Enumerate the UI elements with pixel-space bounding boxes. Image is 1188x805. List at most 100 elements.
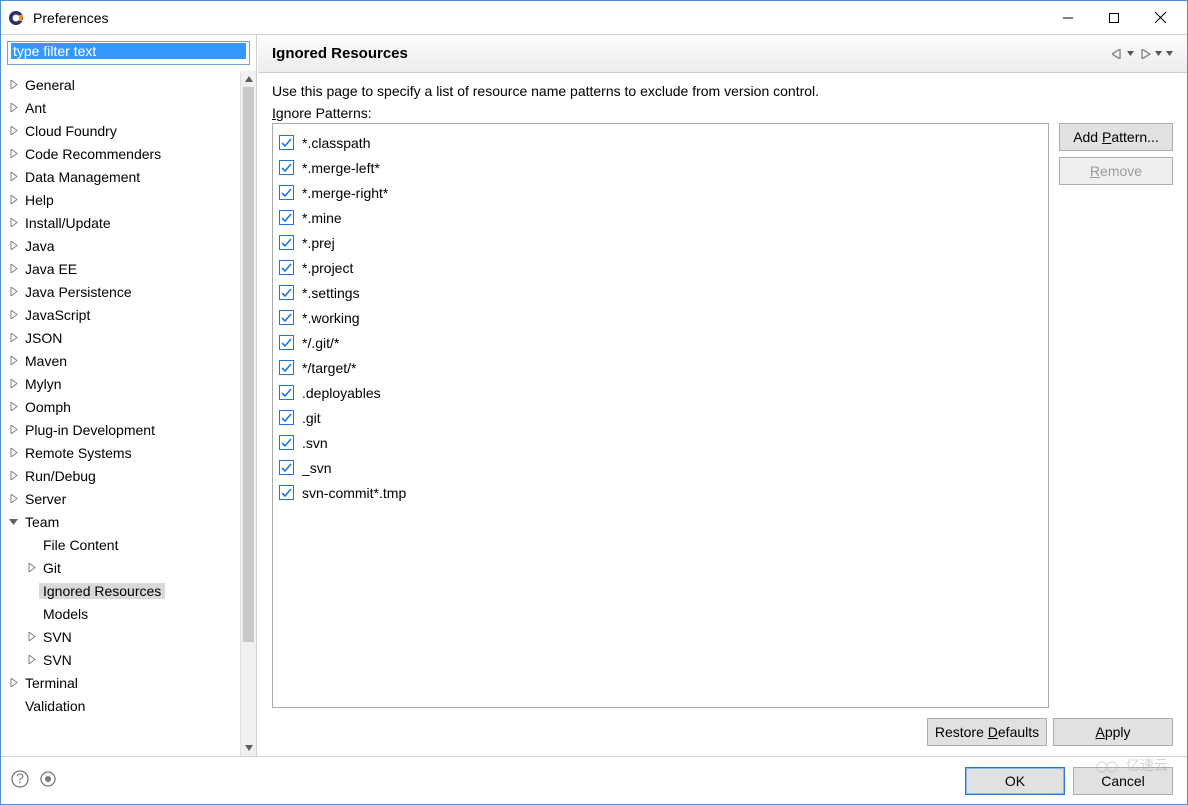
cancel-button[interactable]: Cancel — [1073, 767, 1173, 795]
chevron-right-icon[interactable] — [5, 195, 21, 204]
pattern-item[interactable]: .svn — [279, 430, 1042, 455]
tree-item-code-recommenders[interactable]: Code Recommenders — [1, 142, 240, 165]
chevron-right-icon[interactable] — [5, 379, 21, 388]
tree-item-java[interactable]: Java — [1, 234, 240, 257]
checkbox[interactable] — [279, 135, 294, 150]
chevron-right-icon[interactable] — [5, 149, 21, 158]
pattern-item[interactable]: *.prej — [279, 230, 1042, 255]
chevron-right-icon[interactable] — [5, 678, 21, 687]
remove-button[interactable]: Remove — [1059, 157, 1173, 185]
chevron-right-icon[interactable] — [23, 563, 39, 572]
pattern-item[interactable]: *.settings — [279, 280, 1042, 305]
category-tree[interactable]: GeneralAntCloud FoundryCode Recommenders… — [1, 71, 240, 756]
chevron-right-icon[interactable] — [5, 494, 21, 503]
filter-input[interactable] — [11, 43, 246, 59]
tree-item-terminal[interactable]: Terminal — [1, 671, 240, 694]
chevron-right-icon[interactable] — [5, 103, 21, 112]
pattern-item[interactable]: _svn — [279, 455, 1042, 480]
checkbox[interactable] — [279, 335, 294, 350]
checkbox[interactable] — [279, 310, 294, 325]
pattern-item[interactable]: svn-commit*.tmp — [279, 480, 1042, 505]
add-pattern-button[interactable]: Add Pattern... — [1059, 123, 1173, 151]
chevron-right-icon[interactable] — [5, 471, 21, 480]
tree-item-mylyn[interactable]: Mylyn — [1, 372, 240, 395]
checkbox[interactable] — [279, 260, 294, 275]
checkbox[interactable] — [279, 385, 294, 400]
chevron-down-icon[interactable] — [5, 517, 21, 526]
tree-item-help[interactable]: Help — [1, 188, 240, 211]
ignore-patterns-list[interactable]: *.classpath*.merge-left**.merge-right**.… — [272, 123, 1049, 708]
pattern-item[interactable]: */.git/* — [279, 330, 1042, 355]
tree-item-svn[interactable]: SVN — [1, 625, 240, 648]
tree-item-server[interactable]: Server — [1, 487, 240, 510]
chevron-right-icon[interactable] — [5, 287, 21, 296]
help-icon[interactable]: ? — [11, 770, 29, 791]
tree-item-java-persistence[interactable]: Java Persistence — [1, 280, 240, 303]
apply-button[interactable]: Apply — [1053, 718, 1173, 746]
tree-item-general[interactable]: General — [1, 73, 240, 96]
chevron-right-icon[interactable] — [5, 356, 21, 365]
tree-item-svn[interactable]: SVN — [1, 648, 240, 671]
pattern-item[interactable]: .deployables — [279, 380, 1042, 405]
tree-item-maven[interactable]: Maven — [1, 349, 240, 372]
ok-button[interactable]: OK — [965, 767, 1065, 795]
chevron-right-icon[interactable] — [5, 448, 21, 457]
chevron-right-icon[interactable] — [5, 80, 21, 89]
checkbox[interactable] — [279, 210, 294, 225]
tree-item-install-update[interactable]: Install/Update — [1, 211, 240, 234]
pattern-item[interactable]: *.merge-right* — [279, 180, 1042, 205]
checkbox[interactable] — [279, 160, 294, 175]
checkbox[interactable] — [279, 235, 294, 250]
pattern-item[interactable]: *.project — [279, 255, 1042, 280]
restore-defaults-button[interactable]: Restore Defaults — [927, 718, 1047, 746]
menu-dropdown-icon[interactable] — [1166, 51, 1173, 56]
tree-item-oomph[interactable]: Oomph — [1, 395, 240, 418]
tree-item-remote-systems[interactable]: Remote Systems — [1, 441, 240, 464]
chevron-right-icon[interactable] — [5, 218, 21, 227]
chevron-right-icon[interactable] — [23, 655, 39, 664]
scroll-track[interactable] — [241, 87, 256, 740]
nav-forward-button[interactable] — [1138, 47, 1164, 61]
tree-item-javascript[interactable]: JavaScript — [1, 303, 240, 326]
chevron-right-icon[interactable] — [5, 264, 21, 273]
nav-back-button[interactable] — [1110, 47, 1136, 61]
scroll-up-icon[interactable] — [241, 71, 256, 87]
chevron-right-icon[interactable] — [5, 333, 21, 342]
chevron-right-icon[interactable] — [5, 402, 21, 411]
checkbox[interactable] — [279, 435, 294, 450]
tree-item-ignored-resources[interactable]: Ignored Resources — [1, 579, 240, 602]
tree-item-models[interactable]: Models — [1, 602, 240, 625]
chevron-right-icon[interactable] — [5, 310, 21, 319]
chevron-right-icon[interactable] — [5, 172, 21, 181]
checkbox[interactable] — [279, 285, 294, 300]
chevron-right-icon[interactable] — [5, 126, 21, 135]
scroll-thumb[interactable] — [243, 87, 254, 642]
tree-item-cloud-foundry[interactable]: Cloud Foundry — [1, 119, 240, 142]
minimize-button[interactable] — [1045, 2, 1091, 34]
tree-item-team[interactable]: Team — [1, 510, 240, 533]
pattern-item[interactable]: *.mine — [279, 205, 1042, 230]
tree-item-ant[interactable]: Ant — [1, 96, 240, 119]
checkbox[interactable] — [279, 485, 294, 500]
maximize-button[interactable] — [1091, 2, 1137, 34]
close-button[interactable] — [1137, 2, 1183, 34]
checkbox[interactable] — [279, 460, 294, 475]
pattern-item[interactable]: *.working — [279, 305, 1042, 330]
pattern-item[interactable]: */target/* — [279, 355, 1042, 380]
tree-item-data-management[interactable]: Data Management — [1, 165, 240, 188]
chevron-right-icon[interactable] — [5, 241, 21, 250]
tree-item-java-ee[interactable]: Java EE — [1, 257, 240, 280]
pattern-item[interactable]: .git — [279, 405, 1042, 430]
tree-item-git[interactable]: Git — [1, 556, 240, 579]
tree-item-plug-in-development[interactable]: Plug-in Development — [1, 418, 240, 441]
checkbox[interactable] — [279, 410, 294, 425]
chevron-right-icon[interactable] — [23, 632, 39, 641]
tree-item-validation[interactable]: Validation — [1, 694, 240, 717]
checkbox[interactable] — [279, 185, 294, 200]
chevron-right-icon[interactable] — [5, 425, 21, 434]
tree-item-file-content[interactable]: File Content — [1, 533, 240, 556]
tree-scrollbar[interactable] — [240, 71, 256, 756]
tree-item-json[interactable]: JSON — [1, 326, 240, 349]
tree-item-run-debug[interactable]: Run/Debug — [1, 464, 240, 487]
import-export-icon[interactable] — [39, 770, 57, 791]
